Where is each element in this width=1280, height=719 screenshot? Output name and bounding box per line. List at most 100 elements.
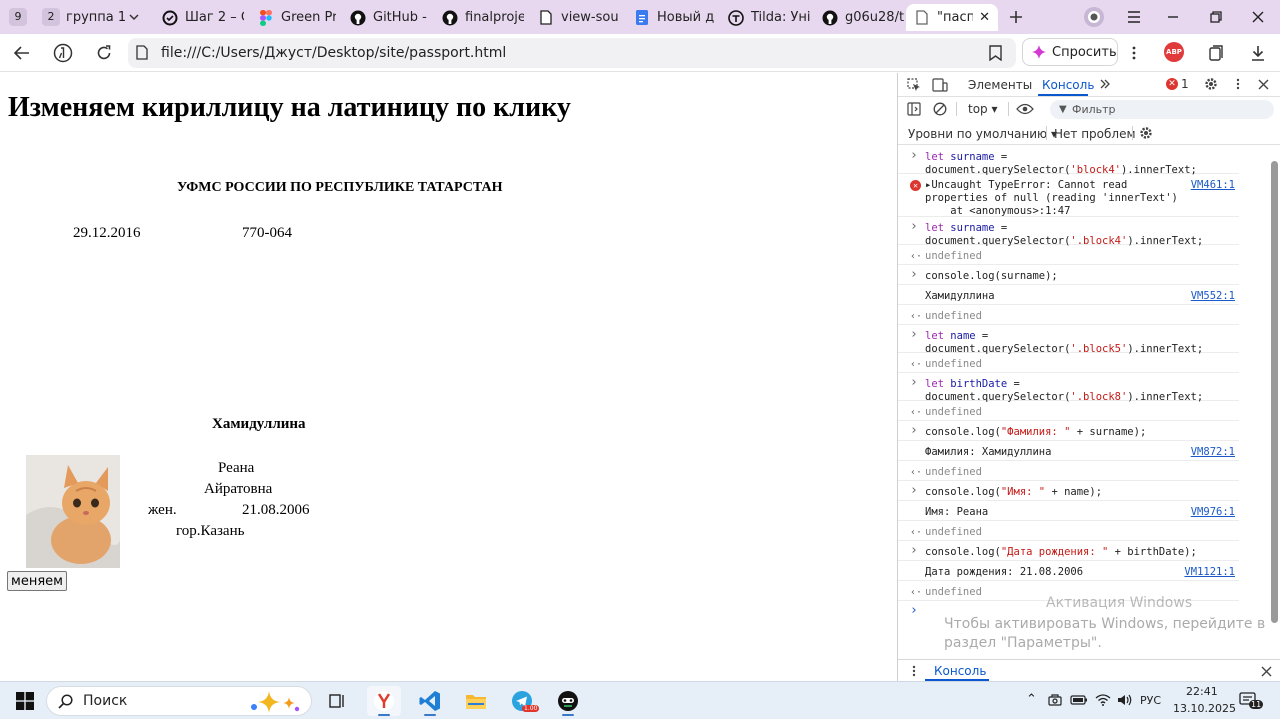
scrollbar-thumb[interactable] — [1271, 161, 1278, 623]
bookmark-icon[interactable] — [989, 45, 1002, 65]
tab-counter-badge: 9 — [9, 8, 27, 26]
back-button[interactable] — [9, 40, 35, 66]
console-filter-input[interactable]: ▼ Фильтр — [1050, 100, 1274, 119]
inspect-element-icon[interactable] — [905, 76, 923, 94]
tab-elements[interactable]: Элементы — [968, 78, 1032, 92]
console-source-link[interactable]: VM461:1 — [1191, 179, 1235, 191]
downloads-button[interactable] — [1245, 40, 1271, 66]
abp-label: ABP — [1166, 48, 1182, 56]
reload-button[interactable] — [91, 40, 117, 66]
tab-view-source[interactable]: view-sou — [530, 4, 620, 31]
sidebar-toggle-icon[interactable] — [905, 100, 923, 118]
tab-console[interactable]: Консоль — [1042, 78, 1094, 92]
console-source-link[interactable]: VM872:1 — [1191, 446, 1235, 458]
devtools-panel: Элементы Консоль ✕ 1 top ▾ ▼ Фильтр Уров… — [897, 73, 1280, 681]
new-tab-button[interactable] — [1001, 4, 1031, 30]
more-tabs-icon[interactable] — [1096, 75, 1114, 93]
input-language[interactable]: РУС — [1140, 694, 1161, 707]
restore-button[interactable] — [1201, 4, 1231, 30]
console-row-output: Дата рождения: 21.08.2006 VM1121:1 — [898, 562, 1239, 581]
log-levels-dropdown[interactable]: Уровни по умолчанию ▾ — [908, 127, 1057, 141]
ask-ai-button[interactable]: Спросить — [1022, 38, 1118, 66]
console-row-input: › console.log("Имя: " + name); — [898, 482, 1239, 501]
console-row-text: Хамидуллина — [925, 290, 995, 302]
console-row-text: undefined — [925, 526, 982, 538]
console-source-link[interactable]: VM976:1 — [1191, 506, 1235, 518]
page-title: Изменяем кириллицу на латиницу по клику — [8, 92, 571, 123]
console-source-link[interactable]: VM1121:1 — [1184, 566, 1235, 578]
menu-icon — [1128, 11, 1140, 23]
console-row-input: › let name = document.querySelector('.blo… — [898, 326, 1239, 355]
start-button[interactable] — [8, 686, 42, 716]
copilot-sparkle-icon — [251, 691, 300, 713]
clock-time[interactable]: 22:41 — [1186, 685, 1218, 698]
page-info-icon[interactable] — [136, 45, 148, 64]
url-text[interactable]: file:///C:/Users/Джуст/Desktop/site/pass… — [161, 45, 506, 61]
volume-icon[interactable] — [1116, 692, 1132, 711]
taskbar-yandex-browser[interactable] — [367, 686, 401, 716]
wifi-icon[interactable] — [1095, 692, 1111, 711]
drawer-tab-console[interactable]: Консоль — [934, 664, 986, 678]
console-row-error[interactable]: ✕ ▸Uncaught TypeError: Cannot read proper… — [898, 175, 1239, 217]
devtools-tab-bar: Элементы Консоль ✕ 1 — [898, 73, 1280, 97]
console-scrollbar[interactable] — [1269, 147, 1279, 627]
watermark-line: раздел "Параметры". — [944, 635, 1102, 651]
console-settings-icon[interactable] — [1137, 124, 1155, 142]
github-icon — [350, 10, 366, 26]
notifications-button[interactable]: 11 — [1239, 690, 1264, 713]
taskbar-file-explorer[interactable] — [459, 686, 493, 716]
battery-icon[interactable] — [1070, 692, 1088, 711]
ask-ai-label: Спросить — [1052, 44, 1117, 60]
drawer-close-icon[interactable] — [1257, 662, 1275, 680]
collections-button[interactable] — [1203, 40, 1229, 66]
tab-new-doc[interactable]: Новый д — [626, 4, 718, 31]
taskbar-search[interactable]: Поиск — [46, 686, 312, 716]
tab-group-collapse-button[interactable] — [119, 4, 149, 30]
close-icon[interactable]: ✕ — [979, 10, 990, 25]
taskbar-app-mask[interactable] — [551, 686, 585, 716]
tab-finalproject[interactable]: finalproje — [434, 4, 524, 31]
window-close-button[interactable] — [1243, 4, 1273, 30]
tab-github[interactable]: GitHub - — [342, 4, 428, 31]
yandex-home-button[interactable] — [50, 40, 76, 66]
drawer-menu-icon[interactable] — [905, 662, 923, 680]
device-toolbar-icon[interactable] — [931, 76, 949, 94]
adblock-plus-icon[interactable]: ABP — [1164, 42, 1184, 62]
search-label: Поиск — [83, 693, 128, 709]
live-expression-icon[interactable] — [1016, 100, 1034, 118]
tray-meet-icon[interactable] — [1047, 692, 1063, 711]
taskbar-vscode[interactable] — [413, 686, 447, 716]
tab-passport-active[interactable]: "паспо ✕ — [906, 4, 998, 31]
clock-date[interactable]: 13.10.2025 — [1173, 702, 1236, 715]
error-counter[interactable]: ✕ 1 — [1166, 77, 1189, 91]
more-menu-button[interactable] — [1121, 40, 1147, 66]
tab-step2[interactable]: Шаг 2 – С — [154, 4, 244, 31]
browser-menu-button[interactable] — [1119, 4, 1149, 30]
tab-g06u28[interactable]: g06u28/t — [814, 4, 904, 31]
context-selector[interactable]: top ▾ — [968, 102, 998, 116]
prompt-chevron-icon: › — [910, 483, 918, 498]
issues-counter[interactable]: Нет проблем — [1054, 127, 1136, 141]
return-value-icon: ‹· — [910, 407, 923, 418]
tab-counter[interactable]: 9 — [9, 7, 33, 27]
devtools-settings-icon[interactable] — [1202, 75, 1220, 93]
tray-overflow-icon[interactable]: ⌃ — [1026, 692, 1037, 707]
devtools-more-icon[interactable] — [1229, 75, 1247, 93]
docs-icon — [634, 10, 650, 26]
address-bar[interactable]: file:///C:/Users/Джуст/Desktop/site/pass… — [128, 38, 1016, 68]
tab-tilda[interactable]: Tilda: Уні — [720, 4, 812, 31]
change-button[interactable]: меняем — [7, 571, 67, 591]
step-icon — [162, 10, 178, 26]
tab-figma[interactable]: Green Pr — [250, 4, 336, 31]
console-row-text: undefined — [925, 358, 982, 370]
clear-console-icon[interactable] — [931, 100, 949, 118]
devtools-close-icon[interactable] — [1254, 75, 1272, 93]
console-source-link[interactable]: VM552:1 — [1191, 290, 1235, 302]
taskbar-telegram[interactable]: 1.00 — [505, 686, 540, 716]
task-view-button[interactable] — [320, 686, 354, 716]
profile-avatar[interactable] — [1079, 4, 1109, 30]
minimize-button[interactable] — [1158, 4, 1188, 30]
console-row-input: › let birthDate = document.querySelector(… — [898, 374, 1239, 403]
tab-group[interactable]: 2 группа 1 — [42, 7, 126, 27]
console-log[interactable]: › let surname = document.querySelector('b… — [898, 147, 1270, 657]
